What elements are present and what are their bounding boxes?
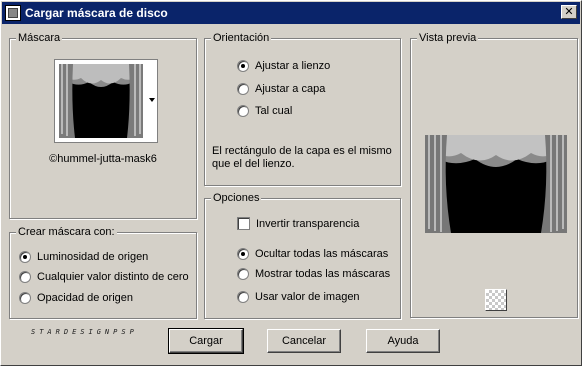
dialog-window: Cargar máscara de disco ✕ Máscara ©humme	[0, 0, 582, 366]
chevron-down-icon[interactable]	[149, 98, 155, 102]
radio-button[interactable]	[19, 271, 31, 283]
radio-label: Mostrar todas las máscaras	[255, 268, 391, 280]
radio-label: Opacidad de origen	[37, 292, 134, 304]
title-bar[interactable]: Cargar máscara de disco ✕	[2, 2, 580, 24]
radio-label: Ajustar a lienzo	[255, 60, 331, 72]
app-icon	[5, 5, 21, 21]
invert-transparency-checkbox[interactable]: Invertir transparencia	[237, 217, 359, 230]
radio-source-opacity[interactable]: Opacidad de origen	[19, 292, 133, 304]
description-line-1: El rectángulo de la capa es el mismo	[212, 145, 392, 157]
radio-label: Luminosidad de origen	[37, 251, 149, 263]
radio-fit-canvas[interactable]: Ajustar a lienzo	[237, 60, 330, 72]
checkbox[interactable]	[237, 217, 250, 230]
radio-fit-layer[interactable]: Ajustar a capa	[237, 83, 325, 95]
radio-button[interactable]	[237, 248, 249, 260]
radio-hide-all-masks[interactable]: Ocultar todas las máscaras	[237, 248, 388, 260]
radio-button[interactable]	[237, 268, 249, 280]
options-group: Opciones Invertir transparencia Ocultar …	[204, 191, 401, 319]
description-line-2: que el del lienzo.	[212, 158, 295, 170]
mask-thumbnail-image	[59, 64, 143, 138]
radio-button[interactable]	[237, 60, 249, 72]
radio-button[interactable]	[237, 291, 249, 303]
mask-group-legend: Máscara	[16, 31, 63, 45]
radio-label: Cualquier valor distinto de cero	[37, 271, 189, 283]
mask-thumbnail-dropdown[interactable]	[54, 59, 158, 143]
options-group-legend: Opciones	[211, 191, 262, 205]
preview-group-legend: Vista previa	[417, 31, 479, 45]
orientation-description: El rectángulo de la capa es el mismo que…	[212, 145, 392, 171]
radio-show-all-masks[interactable]: Mostrar todas las máscaras	[237, 268, 390, 280]
radio-button[interactable]	[19, 292, 31, 304]
close-button[interactable]: ✕	[561, 5, 577, 19]
load-button[interactable]: Cargar	[168, 328, 244, 354]
transparency-icon[interactable]	[485, 289, 507, 311]
radio-source-luminance[interactable]: Luminosidad de origen	[19, 251, 148, 263]
mask-group: Máscara ©hummel-jutta-mask6	[9, 31, 197, 219]
radio-any-nonzero[interactable]: Cualquier valor distinto de cero	[19, 271, 189, 283]
radio-button[interactable]	[19, 251, 31, 263]
radio-use-image-value[interactable]: Usar valor de imagen	[237, 291, 360, 303]
mask-name-label: ©hummel-jutta-mask6	[49, 153, 157, 165]
radio-label: Usar valor de imagen	[255, 291, 360, 303]
radio-label: Ajustar a capa	[255, 83, 326, 95]
window-title: Cargar máscara de disco	[25, 6, 168, 20]
create-mask-group-legend: Crear máscara con:	[16, 225, 117, 239]
preview-group: Vista previa	[410, 31, 578, 318]
orientation-group-legend: Orientación	[211, 31, 272, 45]
radio-button[interactable]	[237, 105, 249, 117]
radio-button[interactable]	[237, 83, 249, 95]
radio-label: Tal cual	[255, 105, 293, 117]
checkbox-label: Invertir transparencia	[256, 217, 360, 230]
orientation-group: Orientación Ajustar a lienzo Ajustar a c…	[204, 31, 401, 186]
close-icon: ✕	[564, 5, 574, 18]
preview-image	[425, 135, 567, 233]
watermark-text: STARDESIGNPSP	[31, 328, 138, 336]
radio-as-is[interactable]: Tal cual	[237, 105, 292, 117]
help-button[interactable]: Ayuda	[366, 329, 440, 353]
radio-label: Ocultar todas las máscaras	[255, 248, 389, 260]
create-mask-group: Crear máscara con: Luminosidad de origen…	[9, 225, 197, 319]
cancel-button[interactable]: Cancelar	[267, 329, 341, 353]
